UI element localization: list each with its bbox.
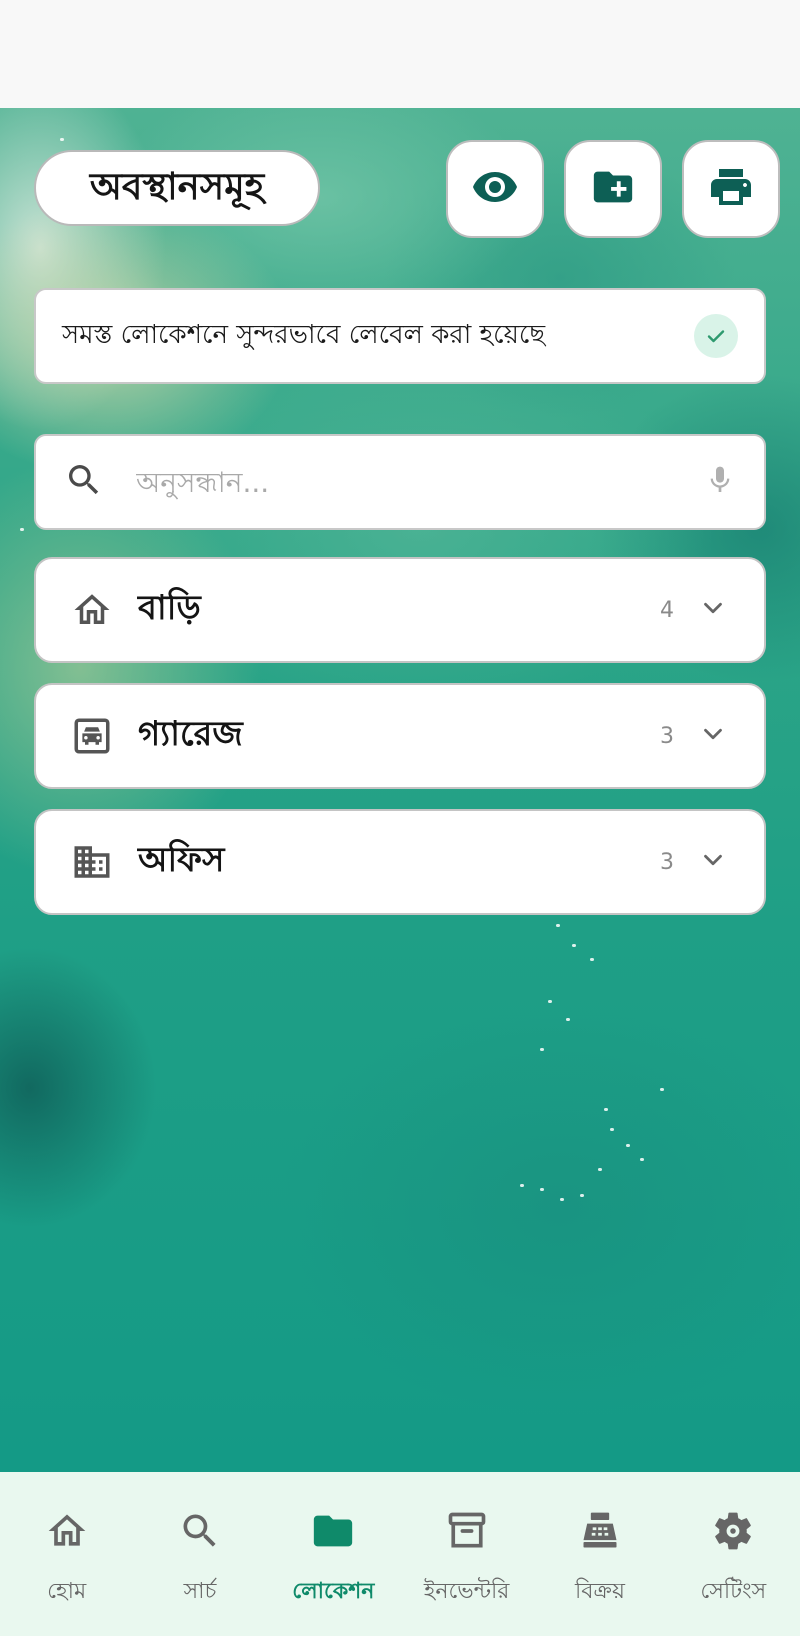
home-outline-icon (70, 588, 114, 632)
search-input[interactable] (134, 464, 704, 500)
search-bar[interactable] (34, 434, 766, 530)
nav-label: সেটিংস (700, 1579, 767, 1604)
location-item-count: 3 (660, 723, 674, 749)
nav-label: লোকেশন (292, 1579, 375, 1604)
gear-icon (710, 1508, 756, 1554)
search-icon (177, 1508, 223, 1554)
chevron-down-icon[interactable] (698, 593, 728, 627)
search-icon (64, 460, 104, 504)
chevron-down-icon[interactable] (698, 719, 728, 753)
folder-icon (310, 1508, 356, 1554)
mic-icon[interactable] (704, 464, 736, 500)
visibility-button[interactable] (446, 140, 544, 238)
cash-register-icon (577, 1508, 623, 1554)
nav-label: সার্চ (183, 1579, 217, 1604)
status-banner: সমস্ত লোকেশনে সুন্দরভাবে লেবেল করা হয়েছ… (34, 288, 766, 384)
location-name: গ্যারেজ (138, 713, 243, 754)
folder-plus-icon (590, 164, 636, 214)
office-building-icon (70, 840, 114, 884)
nav-item-search[interactable]: সার্চ (133, 1472, 266, 1636)
banner-text: সমস্ত লোকেশনে সুন্দরভাবে লেবেল করা হয়েছ… (62, 320, 546, 350)
nav-item-sales[interactable]: বিক্রয় (533, 1472, 666, 1636)
nav-item-locations[interactable]: লোকেশন (267, 1472, 400, 1636)
archive-icon (444, 1508, 490, 1554)
nav-item-settings[interactable]: সেটিংস (667, 1472, 800, 1636)
location-card-home[interactable]: বাড়ি 4 (34, 557, 766, 663)
nav-label: বিক্রয় (575, 1579, 625, 1604)
nav-item-inventory[interactable]: ইনভেন্টরি (400, 1472, 533, 1636)
printer-icon (707, 163, 755, 215)
nav-label: হোম (47, 1579, 87, 1604)
nav-label: ইনভেন্টরি (423, 1579, 510, 1604)
location-item-count: 4 (660, 597, 674, 623)
bottom-navigation: হোম সার্চ লোকেশন ইনভেন্টরি বিক্রয় সেটিং… (0, 1472, 800, 1636)
print-button[interactable] (682, 140, 780, 238)
location-card-garage[interactable]: গ্যারেজ 3 (34, 683, 766, 789)
eye-icon (471, 163, 519, 215)
chevron-down-icon[interactable] (698, 845, 728, 879)
garage-car-icon (70, 714, 114, 758)
add-folder-button[interactable] (564, 140, 662, 238)
home-icon (44, 1508, 90, 1554)
check-icon (694, 314, 738, 358)
location-item-count: 3 (660, 849, 674, 875)
location-card-office[interactable]: অফিস 3 (34, 809, 766, 915)
status-bar (0, 0, 800, 108)
location-name: বাড়ি (138, 587, 201, 628)
nav-item-home[interactable]: হোম (0, 1472, 133, 1636)
location-name: অফিস (138, 839, 225, 880)
page-title: অবস্থানসমূহ (34, 150, 320, 226)
